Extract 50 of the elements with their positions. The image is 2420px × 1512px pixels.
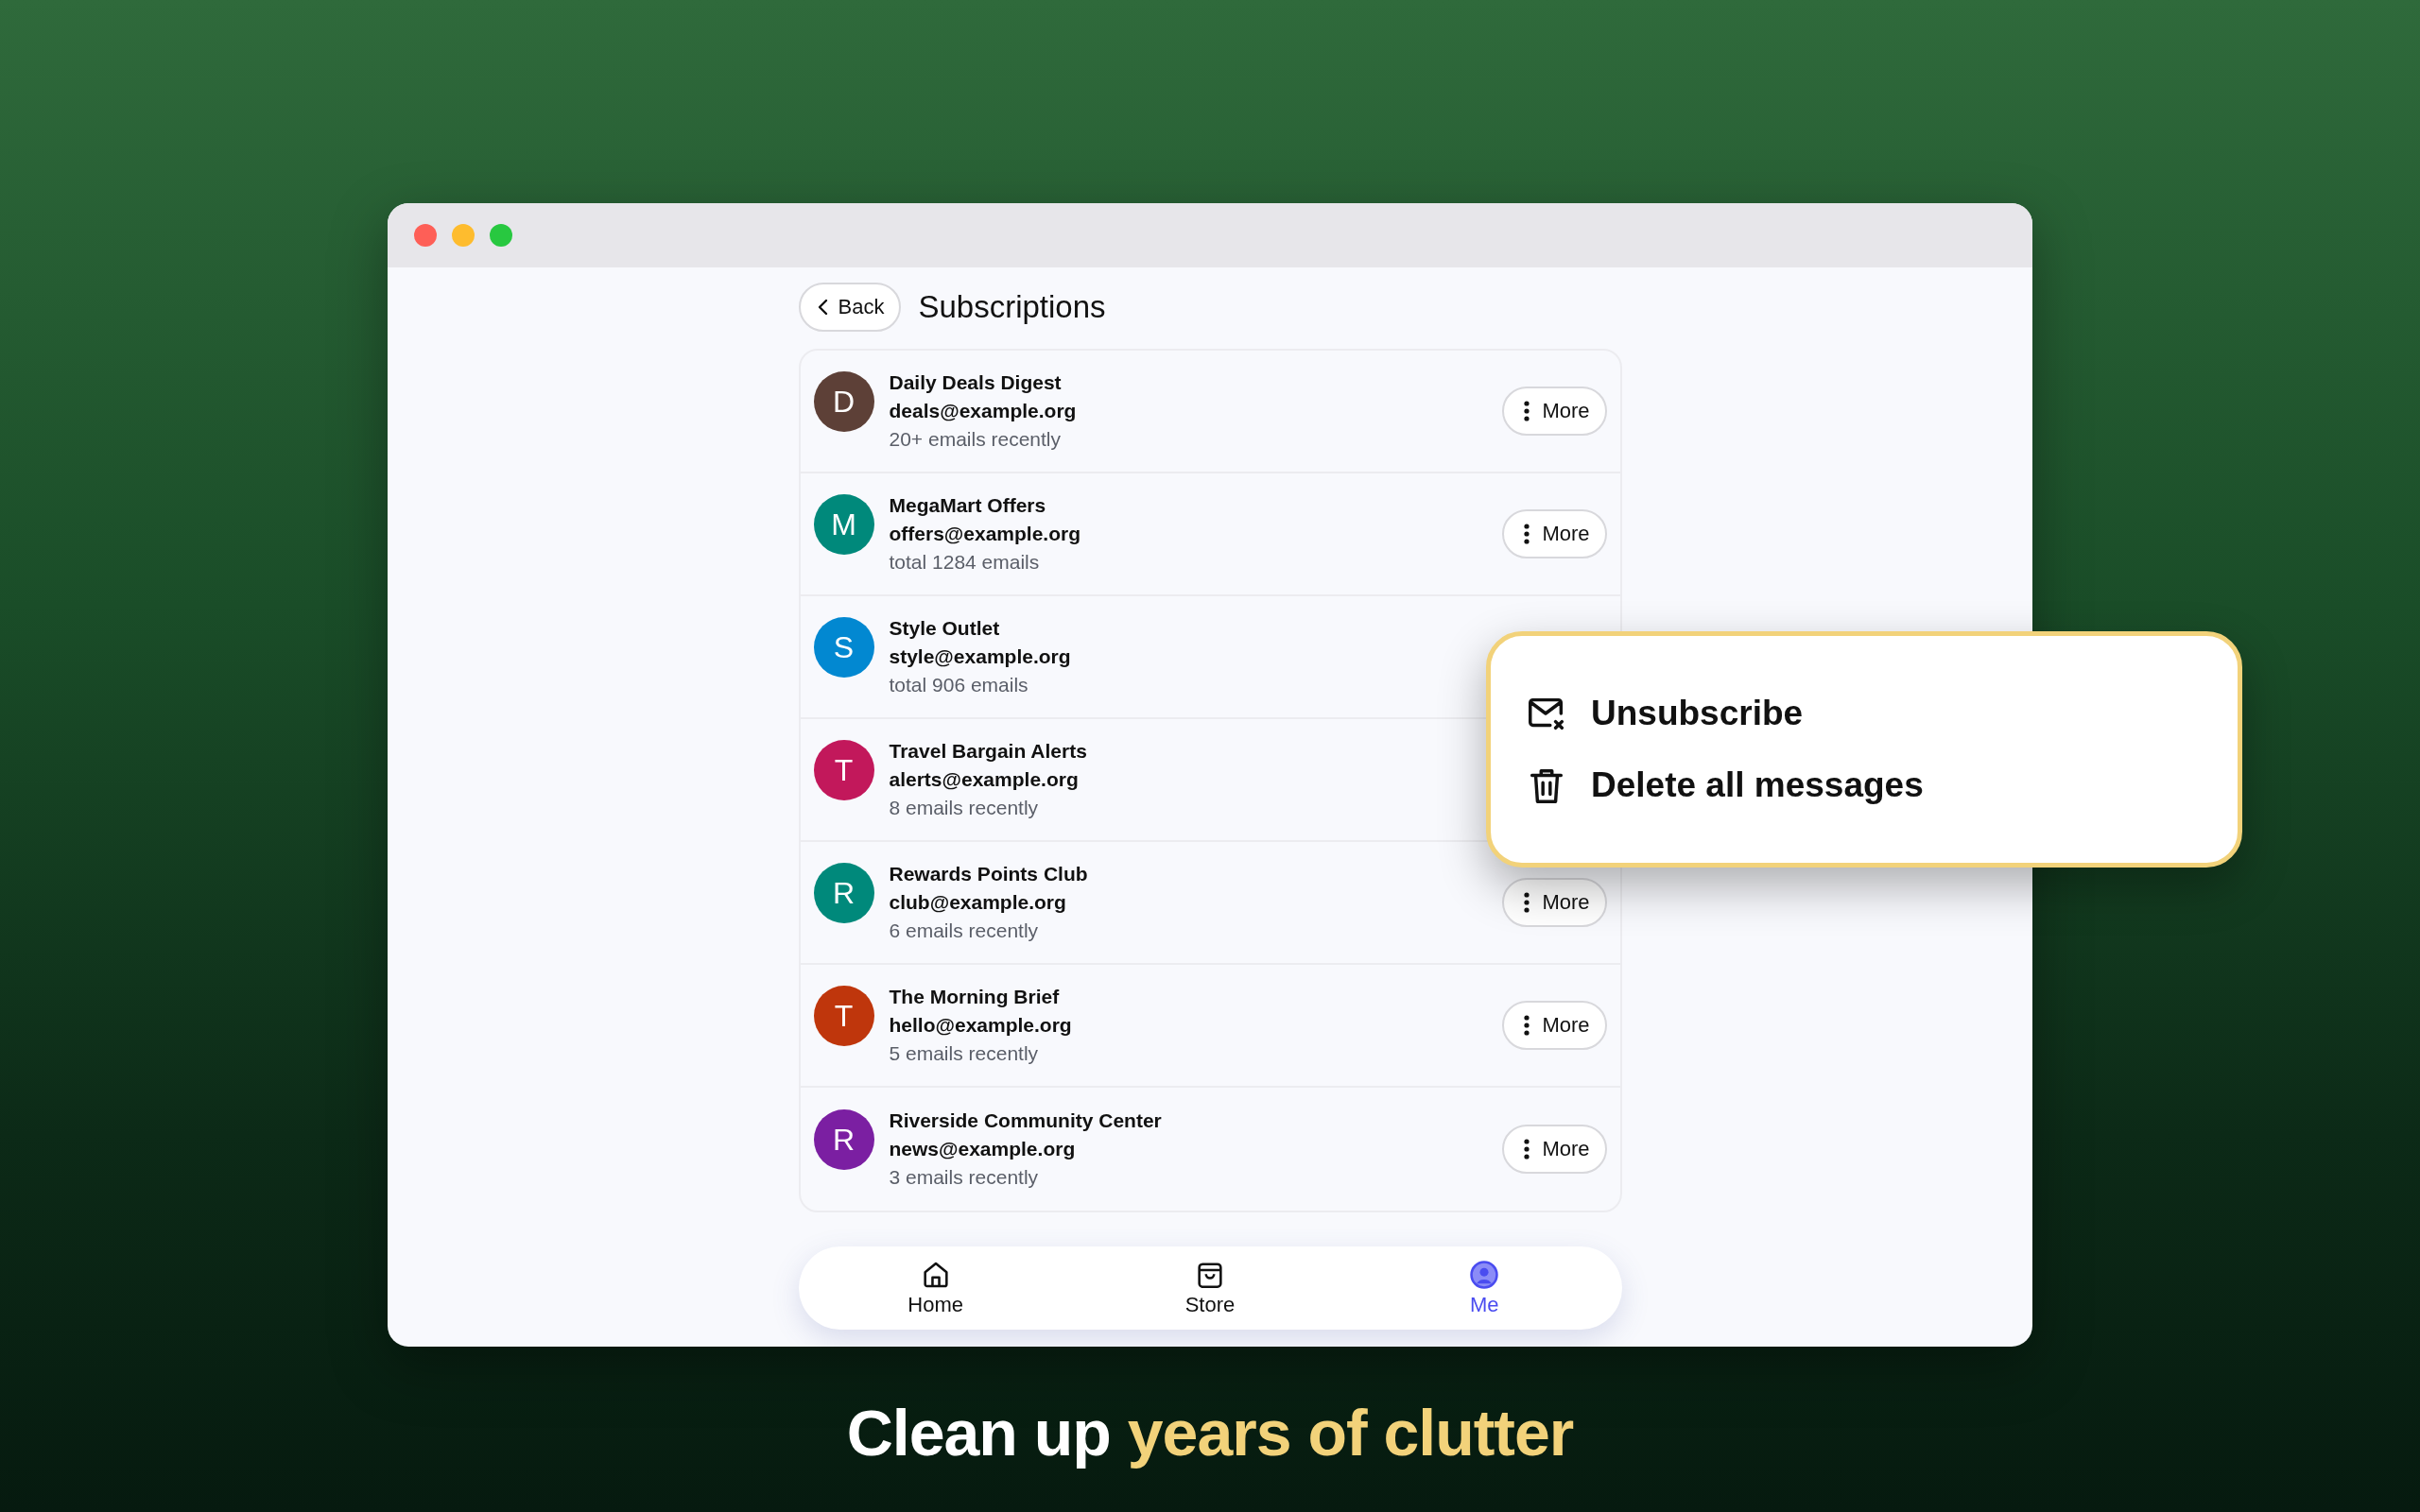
- minimize-window-button[interactable]: [452, 224, 475, 247]
- kebab-menu-icon: [1523, 400, 1531, 422]
- kebab-menu-icon: [1523, 1138, 1531, 1160]
- more-button[interactable]: More: [1502, 509, 1607, 558]
- sender-name: The Morning Brief: [889, 986, 1060, 1008]
- back-button[interactable]: Back: [798, 283, 902, 332]
- tab[interactable]: Store: [1072, 1246, 1348, 1330]
- sender-email: news@example.org: [889, 1138, 1076, 1160]
- tab[interactable]: Home: [798, 1246, 1073, 1330]
- avatar: T: [813, 740, 874, 800]
- sender-email: alerts@example.org: [889, 768, 1079, 791]
- menu-item[interactable]: Delete all messages: [1525, 764, 1924, 807]
- headline: Clean up years of clutter: [846, 1396, 1574, 1469]
- email-count: 8 emails recently: [889, 797, 1039, 819]
- zoom-window-button[interactable]: [490, 224, 512, 247]
- email-count: 5 emails recently: [889, 1042, 1039, 1065]
- sender-email: style@example.org: [889, 645, 1071, 668]
- user-icon: [1468, 1259, 1501, 1291]
- sender-name: Rewards Points Club: [889, 863, 1088, 885]
- menu-item[interactable]: Unsubscribe: [1525, 692, 1804, 735]
- avatar: R: [813, 863, 874, 923]
- sender-name: Daily Deals Digest: [889, 371, 1062, 394]
- sender-email: club@example.org: [889, 891, 1066, 914]
- sender-name: Riverside Community Center: [889, 1109, 1162, 1132]
- email-count: 3 emails recently: [889, 1166, 1039, 1189]
- sender-name: Style Outlet: [889, 617, 1000, 640]
- email-count: total 1284 emails: [889, 551, 1040, 574]
- email-count: 20+ emails recently: [889, 428, 1061, 451]
- sender-name: Travel Bargain Alerts: [889, 740, 1087, 763]
- kebab-menu-icon: [1523, 891, 1531, 914]
- avatar: T: [813, 986, 874, 1046]
- kebab-menu-icon: [1523, 1014, 1531, 1037]
- sender-email: hello@example.org: [889, 1014, 1072, 1037]
- avatar: S: [813, 617, 874, 678]
- avatar: D: [813, 371, 874, 432]
- email-count: 6 emails recently: [889, 919, 1039, 942]
- more-button[interactable]: More: [1502, 1125, 1607, 1174]
- more-button[interactable]: More: [1502, 878, 1607, 927]
- close-window-button[interactable]: [414, 224, 437, 247]
- more-button[interactable]: More: [1502, 387, 1607, 436]
- sender-email: offers@example.org: [889, 523, 1081, 545]
- avatar: R: [813, 1109, 874, 1170]
- tab[interactable]: Me: [1347, 1246, 1622, 1330]
- more-button[interactable]: More: [1502, 1001, 1607, 1050]
- sender-name: MegaMart Offers: [889, 494, 1046, 517]
- page-title: Subscriptions: [918, 289, 1106, 325]
- sender-email: deals@example.org: [889, 400, 1077, 422]
- email-count: total 906 emails: [889, 674, 1028, 696]
- kebab-menu-icon: [1523, 523, 1531, 545]
- avatar: M: [813, 494, 874, 555]
